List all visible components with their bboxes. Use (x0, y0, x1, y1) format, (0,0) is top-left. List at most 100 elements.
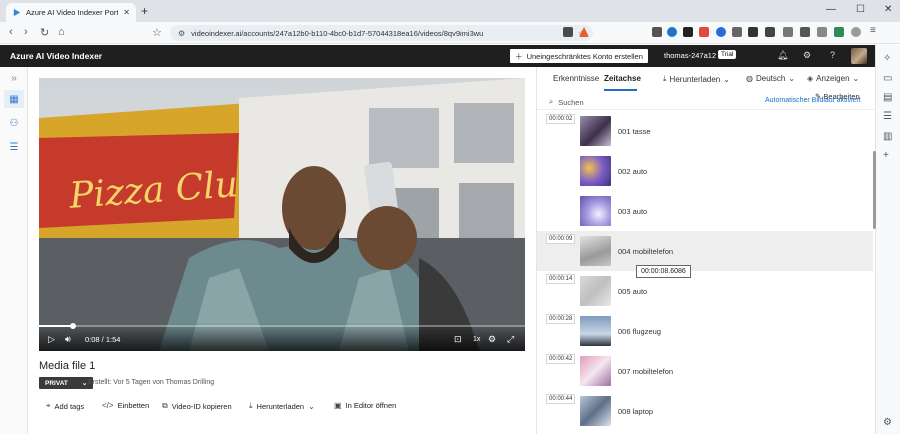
browser-menu-icon[interactable]: ≡ (870, 25, 876, 36)
video-progress-handle[interactable] (70, 323, 77, 329)
video-settings-icon[interactable]: ⚙ (488, 334, 496, 345)
frame-thumbnail[interactable] (580, 196, 611, 226)
close-window-icon[interactable]: ✕ (884, 4, 892, 15)
browser-tab[interactable]: Azure AI Video Indexer Portal ✕ (6, 3, 136, 22)
extension-5-icon[interactable] (716, 27, 726, 37)
frame-label: 008 laptop (618, 407, 654, 416)
video-player[interactable]: Pizza Club ▷ 🔊︎ 0:08 / 1:54 ⊡ 1x ⚙ ⤢ (39, 78, 525, 351)
tab-close-icon[interactable]: ✕ (123, 8, 130, 17)
refresh-icon[interactable]: ↻ (40, 26, 49, 39)
notes-icon[interactable]: ☰ (883, 111, 892, 122)
frame-thumbnail[interactable] (580, 396, 611, 426)
timeline-row[interactable]: 00:00:02 001 tasse (537, 111, 873, 151)
volume-icon[interactable]: 🔊︎ (65, 334, 71, 345)
new-tab-button[interactable]: + (141, 4, 148, 18)
timestamp-badge[interactable]: 00:00:02 (546, 114, 576, 124)
home-icon[interactable]: ⌂ (58, 26, 65, 38)
user-avatar[interactable] (851, 48, 867, 64)
timestamp-badge[interactable]: 00:00:09 (546, 234, 576, 244)
captions-icon[interactable]: ⊡ (454, 334, 462, 345)
create-unlimited-account-button[interactable]: ＋ Uneingeschränktes Konto erstellen (510, 49, 648, 63)
maximize-icon[interactable]: ☐ (856, 4, 865, 15)
wallet-side-icon[interactable]: ▤ (883, 92, 892, 103)
playback-speed[interactable]: 1x (473, 336, 480, 343)
insights-panel: Erkenntnisse Zeitachse ⤓ Herunterladen ⌄… (536, 67, 876, 434)
frame-thumbnail[interactable] (580, 276, 611, 306)
autoscroll-toggle[interactable]: Automatischer Bildlauf aktiviert (765, 97, 861, 104)
active-tab-indicator (604, 89, 637, 91)
expand-rail-icon[interactable]: » (4, 69, 24, 87)
frame-thumbnail[interactable] (580, 116, 611, 146)
extension-1-icon[interactable] (652, 27, 662, 37)
rail-people-icon[interactable]: ⚇ (4, 114, 24, 132)
privacy-dropdown[interactable]: PRIVAT ⌄ (39, 377, 94, 389)
timeline-row[interactable]: 00:00:44 008 laptop (537, 391, 873, 431)
view-menu[interactable]: ◈ Anzeigen ⌄ (807, 74, 859, 83)
download-button[interactable]: ⤓ Herunterladen ⌄ (249, 401, 315, 411)
video-controls: ▷ 🔊︎ 0:08 / 1:54 ⊡ 1x ⚙ ⤢ (39, 323, 525, 351)
brave-shield-icon[interactable] (563, 27, 573, 37)
timeline-row[interactable]: 00:00:14 005 auto (537, 271, 873, 311)
extension-4-icon[interactable] (699, 27, 709, 37)
language-menu[interactable]: ◍ Deutsch ⌄ (746, 74, 795, 83)
video-indexer-favicon-icon (13, 8, 21, 17)
search-input[interactable]: ⌕ Suchen (549, 97, 584, 107)
timeline-row[interactable]: 00:00:09 004 mobiltelefon (537, 231, 873, 271)
reading-list-icon[interactable]: ▥ (883, 131, 892, 142)
extension-8-icon[interactable] (765, 27, 775, 37)
frame-label: 001 tasse (618, 127, 651, 136)
frame-thumbnail[interactable] (580, 356, 611, 386)
copy-video-id-button[interactable]: ⧉ Video-ID kopieren (162, 401, 232, 411)
add-sidebar-icon[interactable]: + (883, 150, 889, 161)
video-progress-bar[interactable] (39, 323, 525, 329)
extension-9-icon[interactable] (783, 27, 793, 37)
address-bar[interactable]: ⚙ videoindexer.ai/accounts/247a12b0-b110… (170, 25, 593, 41)
timestamp-badge[interactable]: 00:00:28 (546, 314, 576, 324)
rail-media-icon[interactable]: ▦ (4, 90, 24, 108)
tab-insights[interactable]: Erkenntnisse (553, 74, 599, 83)
chevron-down-icon: ⌄ (81, 380, 88, 387)
timeline-row[interactable]: 003 auto (537, 191, 873, 231)
timeline-row[interactable]: 00:00:42 007 mobiltelefon (537, 351, 873, 391)
extensions-icon[interactable] (800, 27, 810, 37)
timeline-row[interactable]: 00:00:28 006 flugzeug (537, 311, 873, 351)
fullscreen-icon[interactable]: ⤢ (507, 334, 514, 345)
play-icon[interactable]: ▷ (48, 334, 55, 345)
notifications-icon[interactable]: 🔔︎ (777, 50, 788, 61)
site-info-icon[interactable]: ⚙ (178, 29, 185, 38)
extension-6-icon[interactable] (732, 27, 742, 37)
minimize-icon[interactable]: — (826, 4, 836, 15)
forward-icon[interactable]: › (24, 26, 28, 38)
frame-thumbnail[interactable] (580, 236, 611, 266)
wallet-icon[interactable] (834, 27, 844, 37)
timestamp-badge[interactable]: 00:00:42 (546, 354, 576, 364)
profile-icon[interactable] (851, 27, 861, 37)
download-menu[interactable]: ⤓ Herunterladen ⌄ (663, 74, 730, 84)
copilot-icon[interactable]: ✧ (883, 53, 891, 64)
video-icon[interactable]: ▭ (883, 73, 892, 84)
privacy-label: PRIVAT (45, 379, 68, 387)
timestamp-badge[interactable]: 00:00:14 (546, 274, 576, 284)
tag-icon: ⌖ (46, 401, 51, 410)
open-in-editor-button[interactable]: ▣ In Editor öffnen (334, 401, 396, 410)
url-text: videoindexer.ai/accounts/247a12b0-b110-4… (191, 28, 484, 38)
bookmark-icon[interactable]: ☆ (152, 26, 162, 39)
tab-timeline[interactable]: Zeitachse (604, 74, 641, 83)
frame-thumbnail[interactable] (580, 156, 611, 186)
scrollbar-thumb[interactable] (873, 151, 876, 229)
help-icon[interactable]: ? (830, 50, 835, 60)
extension-3-icon[interactable] (683, 27, 693, 37)
settings-icon[interactable]: ⚙ (803, 50, 811, 61)
timestamp-badge[interactable]: 00:00:44 (546, 394, 576, 404)
extension-7-icon[interactable] (748, 27, 758, 37)
add-tags-button[interactable]: ⌖ Add tags (46, 401, 84, 411)
timeline-row[interactable]: 002 auto (537, 151, 873, 191)
user-account-name[interactable]: thomas-247a12 (664, 51, 716, 60)
extension-2-icon[interactable] (667, 27, 677, 37)
embed-button[interactable]: </> Einbetten (102, 401, 149, 410)
sidebar-settings-icon[interactable]: ⚙ (883, 417, 892, 428)
sidebar-toggle-icon[interactable] (817, 27, 827, 37)
back-icon[interactable]: ‹ (9, 26, 13, 38)
rail-filters-icon[interactable]: ☰ (4, 138, 24, 156)
frame-thumbnail[interactable] (580, 316, 611, 346)
